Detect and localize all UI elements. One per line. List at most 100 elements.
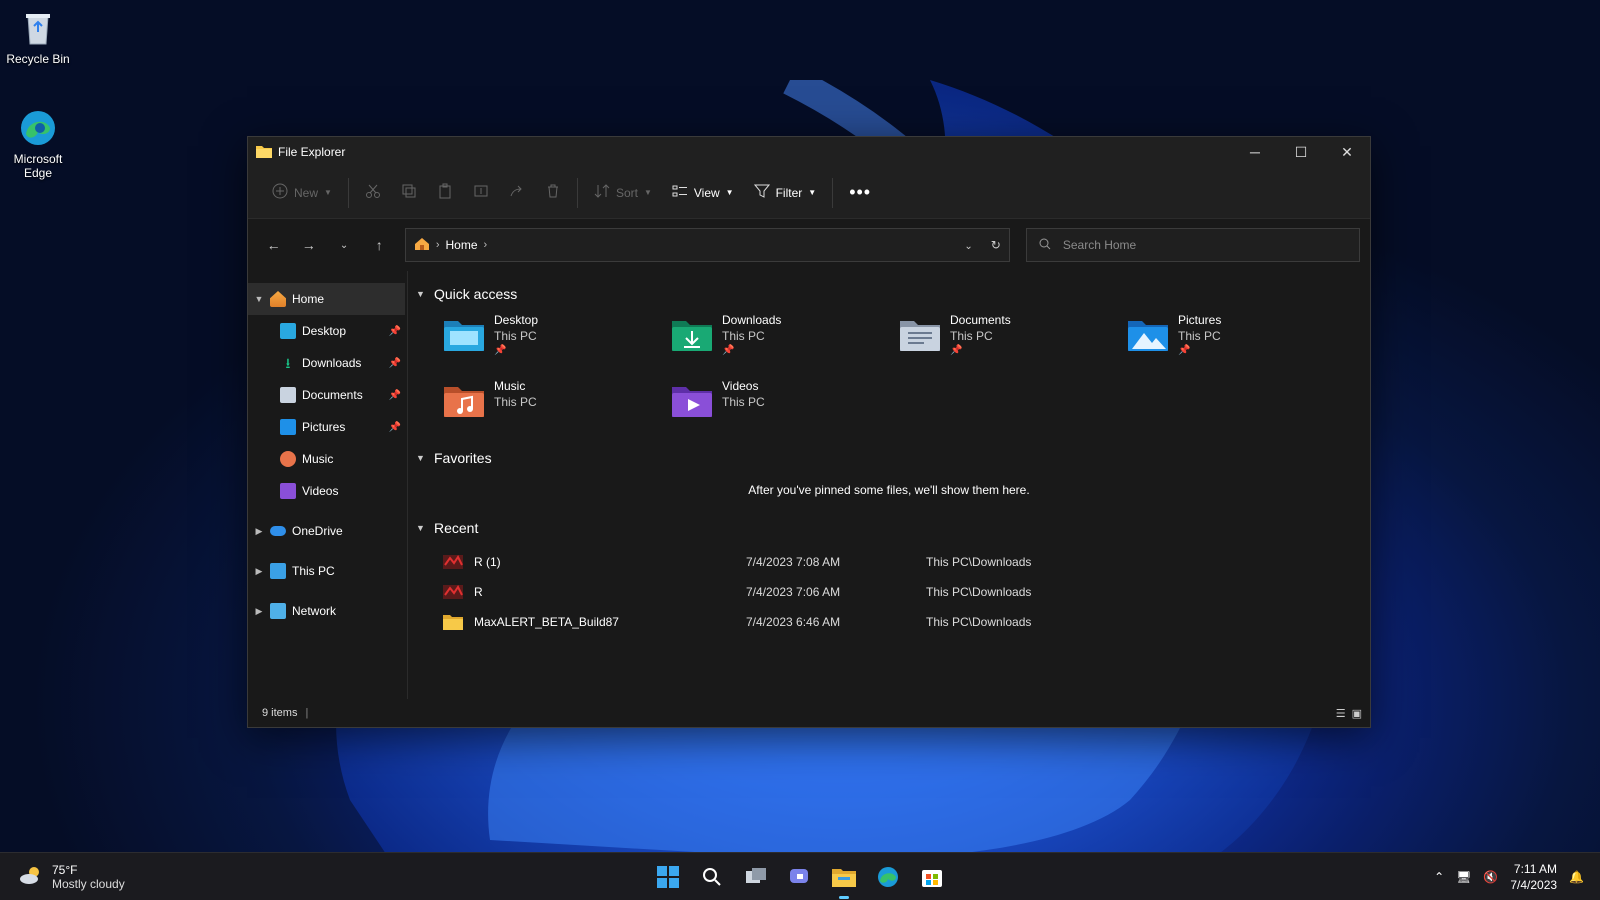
toolbar-divider (347, 177, 349, 208)
minimize-button[interactable]: ─ (1232, 137, 1278, 167)
sidebar-item-onedrive[interactable]: ▶ OneDrive (248, 515, 407, 547)
sidebar-item-pictures[interactable]: Pictures 📌 (248, 411, 407, 443)
delete-button[interactable] (535, 177, 571, 209)
taskbar: 75°F Mostly cloudy ⌃ 🖥 🔇 7:11 AM 7/4/202… (0, 852, 1600, 900)
up-button[interactable]: ↑ (364, 229, 395, 261)
recent-location: This PC\Downloads (926, 555, 1032, 569)
quick-access-item-pictures[interactable]: Pictures This PC 📌 (1126, 313, 1354, 369)
clock-time: 7:11 AM (1513, 861, 1558, 876)
picture-icon (280, 419, 296, 435)
sidebar-item-this-pc[interactable]: ▶ This PC (248, 555, 407, 587)
breadcrumb-home[interactable]: Home (445, 238, 477, 252)
sidebar-item-downloads[interactable]: ⭳ Downloads 📌 (248, 347, 407, 379)
recent-row[interactable]: R 7/4/2023 7:06 AM This PC\Downloads (416, 577, 1362, 607)
close-icon: ✕ (1341, 143, 1353, 160)
section-title: Quick access (434, 286, 518, 302)
search-icon (1039, 238, 1051, 253)
details-view-button[interactable]: ☰ (1336, 707, 1346, 720)
address-bar[interactable]: › Home › ⌄ ↻ (404, 228, 1010, 262)
quick-access-item-music[interactable]: Music This PC (442, 379, 670, 435)
forward-button[interactable]: → (293, 229, 324, 261)
chevron-right-icon[interactable]: ▶ (248, 526, 270, 537)
copy-button[interactable] (391, 177, 427, 209)
edge-taskbar-button[interactable] (872, 861, 904, 893)
filter-button[interactable]: Filter ▼ (744, 177, 827, 209)
weather-condition: Mostly cloudy (52, 876, 125, 891)
copy-icon (401, 183, 417, 202)
view-button[interactable]: View ▼ (662, 177, 744, 209)
quick-access-grid: Desktop This PC 📌 Downloads This PC 📌 Docume… (416, 307, 1362, 445)
sort-button[interactable]: Sort ▼ (584, 177, 662, 209)
file-explorer-window: File Explorer ─ ☐ ✕ New ▼ Sort ▼ View ▼ (247, 136, 1371, 728)
recent-header[interactable]: ▼ Recent (416, 515, 1362, 541)
start-button[interactable] (652, 861, 684, 893)
search-input[interactable] (1062, 238, 1343, 252)
windows-logo-icon (657, 865, 679, 888)
back-button[interactable]: ← (258, 229, 289, 261)
tiles-view-button[interactable]: ▣ (1352, 707, 1362, 720)
quick-access-item-downloads[interactable]: Downloads This PC 📌 (670, 313, 898, 369)
recent-date: 7/4/2023 7:06 AM (746, 585, 841, 599)
desktop-icon-recycle-bin[interactable]: Recycle Bin (0, 8, 76, 66)
sort-label: Sort (615, 185, 638, 200)
recent-row[interactable]: R (1) 7/4/2023 7:08 AM This PC\Downloads (416, 547, 1362, 577)
sidebar-item-music[interactable]: Music (248, 443, 407, 475)
cut-button[interactable] (355, 177, 391, 209)
pin-icon: 📌 (388, 325, 401, 337)
store-taskbar-button[interactable] (916, 861, 948, 893)
recent-location: This PC\Downloads (926, 615, 1032, 629)
new-button[interactable]: New ▼ (262, 177, 342, 209)
volume-button[interactable]: 🔇 (1483, 870, 1498, 884)
quick-access-item-desktop[interactable]: Desktop This PC 📌 (442, 313, 670, 369)
favorites-empty-message: After you've pinned some files, we'll sh… (748, 483, 1030, 497)
chevron-right-icon[interactable]: ▶ (248, 566, 270, 577)
chevron-down-icon[interactable]: ▼ (248, 294, 270, 304)
notifications-button[interactable]: 🔔 (1569, 870, 1584, 884)
quick-access-item-videos[interactable]: Videos This PC (670, 379, 898, 435)
task-view-button[interactable] (740, 861, 772, 893)
clock[interactable]: 7:11 AM 7/4/2023 (1510, 861, 1557, 893)
chevron-down-icon: ▼ (416, 523, 425, 533)
toolbar-divider (576, 177, 578, 208)
image-file-icon (443, 585, 463, 599)
desktop-folder-icon (280, 323, 296, 339)
sidebar-item-documents[interactable]: Documents 📌 (248, 379, 407, 411)
recent-locations-button[interactable]: ⌄ (328, 229, 359, 261)
home-icon (270, 291, 286, 307)
documents-folder-icon (900, 321, 940, 351)
section-title: Recent (434, 520, 479, 536)
partly-cloudy-icon (18, 864, 44, 889)
recent-row[interactable]: MaxALERT_BETA_Build87 7/4/2023 6:46 AM T… (416, 607, 1362, 637)
see-more-button[interactable]: ••• (839, 177, 881, 209)
rename-icon (473, 183, 489, 202)
rename-button[interactable] (463, 177, 499, 209)
item-count: 9 items (262, 707, 298, 719)
address-history-button[interactable]: ⌄ (964, 238, 972, 252)
more-horizontal-icon: ••• (849, 182, 872, 202)
sidebar-item-label: OneDrive (292, 524, 343, 538)
sidebar-item-desktop[interactable]: Desktop 📌 (248, 315, 407, 347)
sidebar-item-network[interactable]: ▶ Network (248, 595, 407, 627)
recent-name: MaxALERT_BETA_Build87 (474, 615, 619, 629)
maximize-button[interactable]: ☐ (1278, 137, 1324, 167)
show-hidden-icons-button[interactable]: ⌃ (1434, 870, 1444, 884)
chevron-right-icon[interactable]: ▶ (248, 606, 270, 617)
desktop-icon-edge[interactable]: Microsoft Edge (0, 108, 76, 180)
share-button[interactable] (499, 177, 535, 209)
quick-access-header[interactable]: ▼ Quick access (416, 281, 1362, 307)
favorites-header[interactable]: ▼ Favorites (416, 445, 1362, 471)
weather-widget[interactable]: 75°F Mostly cloudy (0, 863, 125, 891)
file-explorer-taskbar-button[interactable] (828, 861, 860, 899)
search-box[interactable] (1025, 228, 1360, 262)
title-bar[interactable]: File Explorer ─ ☐ ✕ (248, 137, 1370, 167)
taskbar-search-button[interactable] (696, 861, 728, 893)
paste-button[interactable] (427, 177, 463, 209)
refresh-button[interactable]: ↻ (991, 238, 1001, 252)
network-status-button[interactable]: 🖥 (1456, 870, 1471, 884)
clipboard-icon (437, 183, 453, 202)
close-button[interactable]: ✕ (1324, 137, 1370, 167)
sidebar-item-videos[interactable]: Videos (248, 475, 407, 507)
sidebar-item-home[interactable]: ▼ Home (248, 283, 405, 315)
teams-chat-button[interactable] (784, 861, 816, 893)
quick-access-item-documents[interactable]: Documents This PC 📌 (898, 313, 1126, 369)
